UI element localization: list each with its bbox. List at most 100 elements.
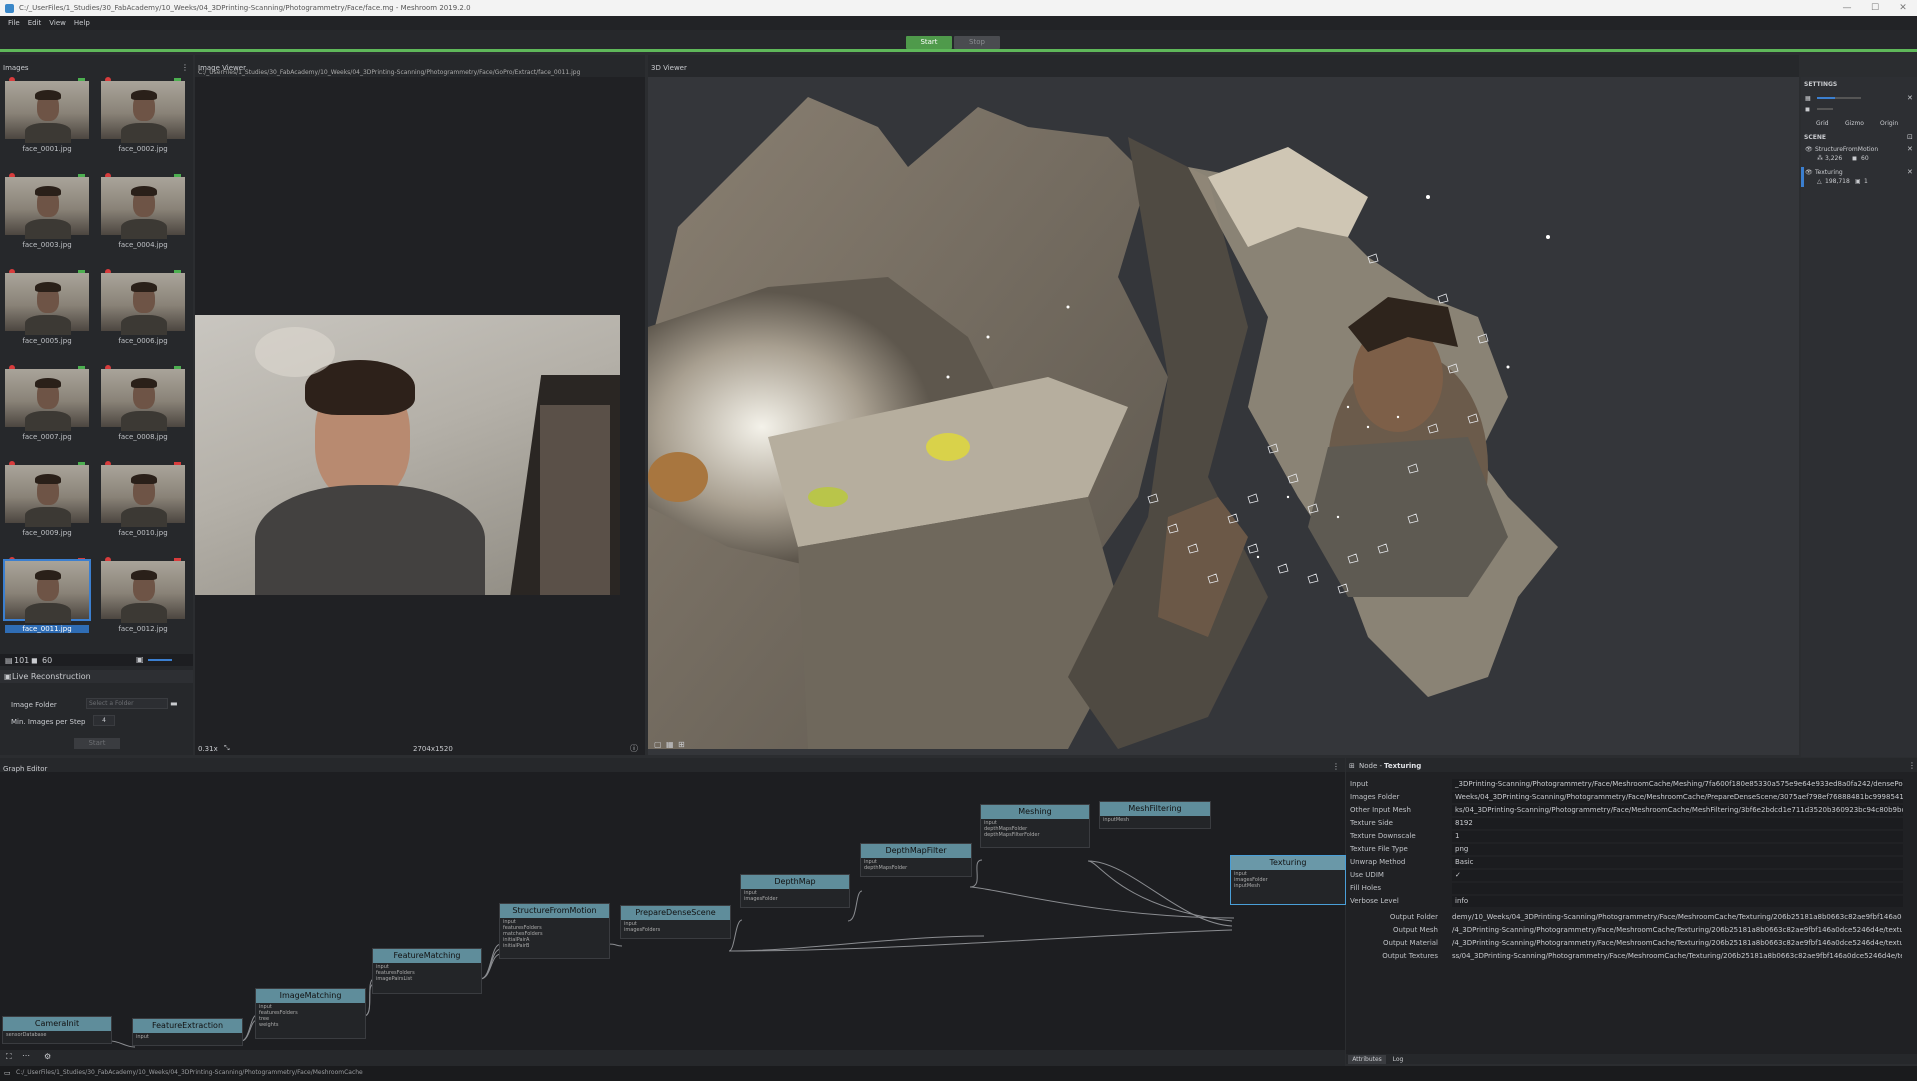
- graph-settings-icon[interactable]: ⚙: [44, 1052, 51, 1061]
- attribute-row[interactable]: Texture Side 8192: [1346, 817, 1906, 830]
- grid-toggle[interactable]: Grid: [1816, 120, 1829, 127]
- attribute-row[interactable]: Verbose Level info: [1346, 895, 1906, 908]
- scene-item-texturing[interactable]: Texturing: [1815, 169, 1843, 176]
- node-texturing[interactable]: Texturing input imagesFolder inputMesh: [1230, 855, 1346, 905]
- node-depthmap[interactable]: DepthMap input imagesFolder: [740, 874, 850, 908]
- point-size-slider[interactable]: [1817, 97, 1861, 99]
- attribute-row[interactable]: Use UDIM ✓: [1346, 869, 1906, 882]
- attribute-value[interactable]: ✓: [1452, 870, 1903, 881]
- gizmo-toggle[interactable]: Gizmo: [1845, 120, 1864, 127]
- attribute-row[interactable]: Other Input Mesh ks/04_3DPrinting-Scannin…: [1346, 804, 1906, 817]
- image-resolution: 2704x1520: [413, 745, 453, 753]
- menu-help[interactable]: Help: [74, 19, 90, 27]
- node-depthmapfilter[interactable]: DepthMapFilter input depthMapsFolder: [860, 843, 972, 877]
- output-value[interactable]: /4_3DPrinting-Scanning/Photogrammetry/Fa…: [1452, 926, 1902, 934]
- stop-button[interactable]: Stop: [954, 36, 1000, 49]
- node-imagematching[interactable]: ImageMatching input featuresFolders tree we…: [255, 988, 366, 1039]
- min-images-spinbox[interactable]: 4: [93, 715, 115, 726]
- scene-item-sfm[interactable]: StructureFromMotion: [1815, 146, 1878, 153]
- attribute-value[interactable]: Weeks/04_3DPrinting-Scanning/Photogramme…: [1452, 792, 1903, 803]
- image-thumbnail[interactable]: face_0004.jpg: [101, 173, 185, 267]
- attribute-value[interactable]: [1452, 883, 1903, 894]
- image-thumbnail[interactable]: face_0008.jpg: [101, 365, 185, 459]
- attribute-row[interactable]: Unwrap Method Basic: [1346, 856, 1906, 869]
- origin-toggle[interactable]: Origin: [1880, 120, 1898, 127]
- image-thumbnail[interactable]: face_0012.jpg: [101, 557, 185, 651]
- image-thumbnail[interactable]: face_0009.jpg: [5, 461, 89, 555]
- reconstruction-scene[interactable]: [648, 77, 1799, 749]
- texturing-remove-icon[interactable]: ✕: [1907, 168, 1913, 176]
- fit-view-icon[interactable]: ⤡: [224, 744, 230, 753]
- thumbnail-size-slider[interactable]: [148, 659, 172, 661]
- texturing-visibility-icon[interactable]: 👁: [1805, 169, 1813, 176]
- layout-split-icon[interactable]: ▦: [666, 740, 674, 749]
- fit-graph-icon[interactable]: ⛶: [6, 1052, 12, 1062]
- image-thumbnail[interactable]: face_0005.jpg: [5, 269, 89, 363]
- image-thumbnail[interactable]: face_0007.jpg: [5, 365, 89, 459]
- live-reconstruction-start-button[interactable]: Start: [74, 738, 120, 749]
- image-thumbnail[interactable]: face_0010.jpg: [101, 461, 185, 555]
- scan-mesh-orange-object: [648, 452, 708, 502]
- sfm-cameras-count: 60: [1861, 155, 1869, 162]
- folder-browse-icon[interactable]: ▬: [170, 699, 178, 708]
- sfm-remove-icon[interactable]: ✕: [1907, 145, 1913, 153]
- image-thumbnail[interactable]: face_0001.jpg: [5, 77, 89, 171]
- node-structurefrommotion[interactable]: StructureFromMotion input featuresFolders…: [499, 903, 610, 959]
- attribute-row[interactable]: Input _3DPrinting-Scanning/Photogrammetry…: [1346, 778, 1906, 791]
- attribute-value[interactable]: 1: [1452, 831, 1903, 842]
- sfm-visibility-icon[interactable]: 👁: [1805, 146, 1813, 153]
- thumbnail-image: [101, 369, 185, 431]
- node-meshfiltering[interactable]: MeshFiltering inputMesh: [1099, 801, 1211, 829]
- image-thumbnail[interactable]: face_0002.jpg: [101, 77, 185, 171]
- start-button[interactable]: Start: [906, 36, 952, 49]
- node-featurematching[interactable]: FeatureMatching input featuresFolders imag…: [372, 948, 482, 994]
- node-panel-menu-icon[interactable]: ⋮: [1908, 761, 1916, 770]
- graph-more-icon[interactable]: ⋯: [22, 1051, 30, 1060]
- attribute-value[interactable]: ks/04_3DPrinting-Scanning/Photogrammetry…: [1452, 805, 1903, 816]
- output-value[interactable]: /4_3DPrinting-Scanning/Photogrammetry/Fa…: [1452, 939, 1902, 947]
- tab-attributes[interactable]: Attributes: [1348, 1055, 1386, 1064]
- layout-grid-icon[interactable]: ⊞: [678, 740, 685, 749]
- layout-single-icon[interactable]: ▢: [654, 740, 662, 749]
- attribute-row[interactable]: Fill Holes: [1346, 882, 1906, 895]
- attribute-value[interactable]: 8192: [1452, 818, 1903, 829]
- camera-scale-slider[interactable]: [1817, 108, 1833, 110]
- node-meshing[interactable]: Meshing input depthMapsFolder depthMapsFil…: [980, 804, 1090, 848]
- node-featureextraction-title: FeatureExtraction: [133, 1019, 242, 1033]
- image-thumbnail[interactable]: face_0003.jpg: [5, 173, 89, 267]
- settings-close-icon[interactable]: ✕: [1907, 94, 1913, 102]
- scene-add-icon[interactable]: ⊡: [1907, 133, 1913, 141]
- node-camerainit[interactable]: CameraInit sensorDatabase: [2, 1016, 112, 1044]
- menu-view[interactable]: View: [49, 19, 66, 27]
- attribute-value[interactable]: png: [1452, 844, 1903, 855]
- displayed-photo[interactable]: [195, 315, 620, 595]
- node-panel-title-prefix: Node -: [1359, 762, 1383, 770]
- image-folder-input[interactable]: Select a Folder: [86, 698, 168, 709]
- output-value[interactable]: ss/04_3DPrinting-Scanning/Photogrammetry…: [1452, 952, 1902, 960]
- menu-edit[interactable]: Edit: [28, 19, 42, 27]
- close-window-button[interactable]: ✕: [1889, 0, 1917, 16]
- maximize-button[interactable]: ☐: [1861, 0, 1889, 16]
- live-reconstruction-header[interactable]: ▣ Live Reconstruction: [0, 670, 193, 683]
- attribute-row[interactable]: Texture Downscale 1: [1346, 830, 1906, 843]
- point-size-icon: ▦: [1805, 95, 1811, 102]
- viewer-3d-panel[interactable]: 3D Viewer ▢ ▦ ⊞: [648, 55, 1799, 755]
- attribute-label: Fill Holes: [1350, 884, 1382, 892]
- attribute-row[interactable]: Images Folder Weeks/04_3DPrinting-Scannin…: [1346, 791, 1906, 804]
- attribute-row[interactable]: Texture File Type png: [1346, 843, 1906, 856]
- info-icon[interactable]: ⓘ: [630, 743, 638, 754]
- minimize-button[interactable]: —: [1833, 0, 1861, 16]
- node-featurematching-title: FeatureMatching: [373, 949, 481, 963]
- attribute-value[interactable]: info: [1452, 896, 1903, 907]
- attribute-value[interactable]: Basic: [1452, 857, 1903, 868]
- attribute-value[interactable]: _3DPrinting-Scanning/Photogrammetry/Face…: [1452, 779, 1903, 790]
- image-thumbnail[interactable]: face_0006.jpg: [101, 269, 185, 363]
- thumbnail-label: face_0012.jpg: [118, 625, 168, 633]
- images-panel-menu-icon[interactable]: ⋮: [181, 63, 189, 72]
- node-featureextraction[interactable]: FeatureExtraction input: [132, 1018, 243, 1046]
- node-preparedensescene[interactable]: PrepareDenseScene input imagesFolders: [620, 905, 731, 939]
- image-thumbnail[interactable]: face_0011.jpg: [3, 557, 91, 651]
- tab-log[interactable]: Log: [1388, 1055, 1408, 1064]
- output-value[interactable]: demy/10_Weeks/04_3DPrinting-Scanning/Pho…: [1452, 913, 1902, 921]
- menu-file[interactable]: File: [8, 19, 20, 27]
